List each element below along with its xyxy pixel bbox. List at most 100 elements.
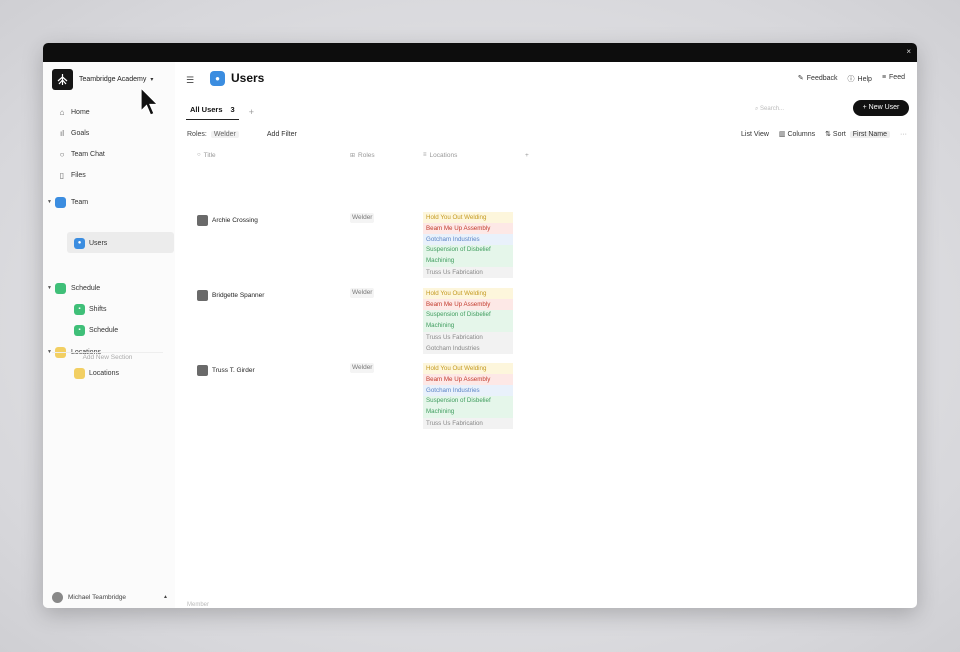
view-tabs: All Users 3 + — [186, 103, 254, 120]
avatar — [197, 289, 208, 301]
sidebar-item-team-chat[interactable]: ○ Team Chat — [57, 147, 105, 161]
role-cell: Welder — [350, 363, 375, 373]
sidebar-item-files[interactable]: ▯ Files — [57, 168, 86, 182]
columns-button[interactable]: ▥ Columns — [779, 130, 815, 138]
feedback-icon: ✎ — [797, 75, 804, 82]
column-header-roles[interactable]: ⊞ Roles — [350, 150, 375, 160]
chevron-down-icon[interactable]: ▾ — [150, 76, 153, 83]
role-cell: Welder — [350, 288, 375, 298]
section-label: Schedule — [71, 284, 101, 292]
avatar — [197, 364, 208, 376]
sidebar: Teambridge Academy ▾ ⌂ Home ıl Goals ○ T… — [43, 62, 175, 608]
sidebar-item-goals[interactable]: ıl Goals — [57, 126, 89, 140]
list-view-button[interactable]: List View — [741, 131, 769, 138]
locations-column-icon: ≡ — [423, 152, 427, 158]
filter-label: Roles: — [187, 130, 207, 138]
table-row[interactable]: Bridgette Spanner — [197, 289, 264, 301]
close-icon[interactable]: × — [906, 47, 911, 56]
org-logo-icon — [52, 68, 73, 90]
column-header-locations[interactable]: ≡ Locations — [423, 150, 457, 160]
help-icon: ⓘ — [847, 76, 855, 83]
users-icon: ● — [210, 71, 225, 86]
feedback-label: Feedback — [806, 75, 838, 82]
chat-icon: ○ — [59, 149, 65, 159]
search-input[interactable]: ⌕ Search... — [755, 103, 845, 115]
user-name-cell: Archie Crossing — [212, 216, 258, 224]
team-icon — [55, 196, 66, 208]
tab-count: 3 — [230, 105, 235, 114]
sidebar-section-schedule[interactable]: ▼ Schedule — [47, 281, 100, 295]
more-options-icon[interactable]: ··· — [900, 131, 907, 138]
column-header-title[interactable]: ○ Title — [197, 150, 216, 160]
avatar — [52, 591, 63, 603]
section-label: Team — [71, 198, 89, 206]
caret-down-icon[interactable]: ▼ — [47, 199, 55, 205]
sort-label: Sort — [832, 131, 846, 138]
menu-icon[interactable]: ☰ — [186, 75, 194, 86]
chart-icon: ıl — [60, 128, 64, 138]
org-name: Teambridge Academy — [79, 75, 147, 83]
add-column-button[interactable]: + — [525, 150, 529, 160]
location-tag: Beam Me Up Assembly — [423, 299, 513, 310]
location-tag: Suspension of Disbelief Machining — [423, 310, 513, 332]
locations-cell: Hold You Out Welding Beam Me Up Assembly… — [423, 288, 513, 354]
sidebar-item-locations[interactable]: Locations — [74, 366, 119, 380]
table-row[interactable]: Archie Crossing — [197, 214, 258, 226]
add-tab-button[interactable]: + — [249, 105, 254, 119]
location-tag: Gotcham Industries — [423, 343, 513, 354]
columns-label: Columns — [787, 131, 816, 138]
sidebar-item-label: Locations — [89, 369, 119, 377]
filter-row: Roles: Welder Add Filter — [187, 128, 297, 140]
location-tag: Hold You Out Welding — [423, 288, 513, 299]
feedback-button[interactable]: ✎ Feedback — [798, 74, 838, 84]
user-name: Michael Teambridge — [68, 593, 127, 601]
sidebar-item-label: Files — [71, 171, 86, 179]
add-new-section-button[interactable]: Add New Section — [52, 352, 163, 362]
add-filter-button[interactable]: Add Filter — [267, 131, 297, 138]
help-button[interactable]: ⓘ Help — [848, 74, 872, 84]
sidebar-item-label: Team Chat — [71, 150, 105, 158]
users-icon: ● — [74, 237, 85, 249]
sidebar-item-schedule[interactable]: ▪ Schedule — [74, 323, 118, 337]
header-actions: ✎ Feedback ⓘ Help ≡ Feed — [798, 74, 905, 84]
location-tag: Truss Us Fabrication — [423, 332, 513, 343]
location-tag: Beam Me Up Assembly — [423, 374, 513, 385]
shifts-icon: ▪ — [74, 303, 85, 315]
file-icon: ▯ — [59, 170, 65, 180]
sort-field-chip[interactable]: First Name — [849, 130, 890, 138]
sort-button[interactable]: ⇅ Sort — [825, 130, 846, 138]
window-titlebar: × — [43, 43, 917, 62]
sidebar-item-users[interactable]: ● Users — [74, 236, 107, 250]
sidebar-item-label: Shifts — [89, 305, 107, 313]
feed-label: Feed — [889, 74, 905, 81]
footer-hint: Member — [187, 602, 210, 608]
tab-all-users[interactable]: All Users 3 — [186, 103, 239, 120]
sidebar-item-home[interactable]: ⌂ Home — [57, 105, 90, 119]
sidebar-item-shifts[interactable]: ▪ Shifts — [74, 302, 107, 316]
sidebar-item-label: Schedule — [89, 326, 119, 334]
column-label: Roles — [358, 151, 375, 159]
caret-up-icon[interactable]: ▲ — [163, 594, 168, 600]
caret-down-icon[interactable]: ▼ — [47, 285, 55, 291]
filter-chip-roles[interactable]: Welder — [210, 130, 239, 138]
location-tag: Hold You Out Welding — [423, 212, 513, 223]
user-name-cell: Truss T. Girder — [212, 366, 255, 374]
feed-button[interactable]: ≡ Feed — [882, 74, 905, 84]
sidebar-section-team[interactable]: ▼ Team — [47, 195, 88, 209]
feed-icon: ≡ — [881, 74, 887, 81]
table-row[interactable]: Truss T. Girder — [197, 364, 255, 376]
location-tag: Beam Me Up Assembly — [423, 223, 513, 234]
sort-icon: ⇅ — [825, 131, 833, 138]
roles-column-icon: ⊞ — [350, 152, 356, 159]
location-tag: Hold You Out Welding — [423, 363, 513, 374]
page-title: Users — [231, 71, 265, 85]
calendar-icon: ▪ — [74, 324, 85, 336]
new-user-button[interactable]: + New User — [853, 100, 909, 116]
locations-cell: Hold You Out Welding Beam Me Up Assembly… — [423, 363, 513, 429]
schedule-icon — [55, 282, 66, 294]
user-menu[interactable]: Michael Teambridge ▲ — [52, 590, 168, 604]
location-tag: Suspension of Disbelief Machining — [423, 396, 513, 418]
location-tag: Truss Us Fabrication — [423, 418, 513, 429]
location-icon — [74, 367, 85, 379]
view-controls: List View ▥ Columns ⇅ Sort First Name ··… — [741, 128, 907, 140]
